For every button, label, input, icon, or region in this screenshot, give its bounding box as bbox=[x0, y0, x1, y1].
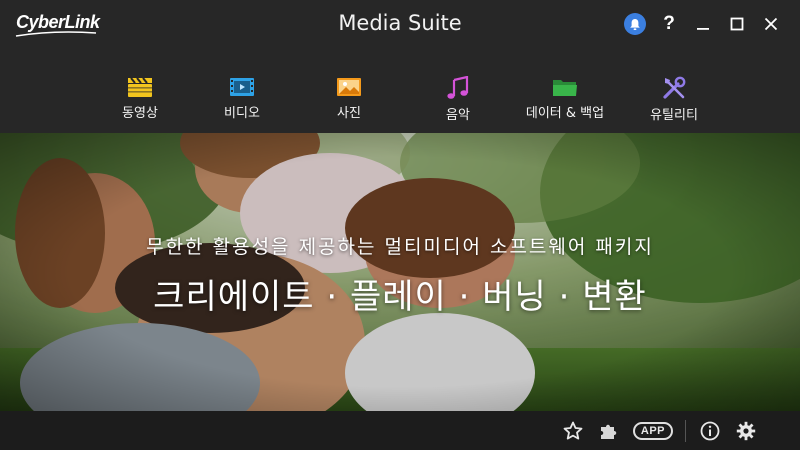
bottom-toolbar-icons: APP bbox=[561, 418, 758, 444]
puzzle-icon bbox=[600, 424, 617, 439]
bottom-toolbar: APP bbox=[0, 411, 800, 450]
help-button[interactable]: ? bbox=[652, 11, 686, 37]
category-label: 동영상 bbox=[122, 106, 158, 121]
minimize-button[interactable] bbox=[686, 11, 720, 37]
photo-icon bbox=[337, 78, 361, 96]
category-video[interactable]: 비디오 bbox=[187, 76, 297, 128]
settings-button[interactable] bbox=[734, 421, 758, 441]
hero-headline: 크리에이트 · 플레이 · 버닝 · 변환 bbox=[153, 277, 647, 317]
hero-subtitle: 무한한 활용성을 제공하는 멀티미디어 소프트웨어 패키지 bbox=[146, 236, 654, 258]
category-label: 데이터 & 백업 bbox=[525, 106, 605, 121]
clapperboard-icon bbox=[128, 77, 152, 97]
close-button[interactable] bbox=[754, 11, 788, 37]
category-photo[interactable]: 사진 bbox=[294, 76, 404, 128]
close-icon bbox=[764, 17, 778, 31]
category-label: 비디오 bbox=[224, 106, 260, 121]
info-icon bbox=[700, 421, 720, 441]
info-button[interactable] bbox=[698, 421, 722, 441]
minimize-icon bbox=[697, 28, 709, 30]
hero-banner: 무한한 활용성을 제공하는 멀티미디어 소프트웨어 패키지 크리에이트 · 플레… bbox=[0, 133, 800, 411]
category-movie[interactable]: 동영상 bbox=[85, 76, 195, 128]
maximize-button[interactable] bbox=[720, 11, 754, 37]
category-data-backup[interactable]: 데이터 & 백업 bbox=[510, 76, 620, 128]
plugins-button[interactable] bbox=[597, 421, 621, 441]
category-label: 유틸리티 bbox=[650, 108, 698, 123]
category-label: 사진 bbox=[337, 106, 361, 121]
music-note-icon bbox=[447, 76, 469, 99]
category-music[interactable]: 음악 bbox=[403, 76, 513, 128]
category-utility[interactable]: 유틸리티 bbox=[619, 76, 729, 128]
category-nav: 동영상 비디오 사진 음악 데이터 & 백업 유틸리티 bbox=[0, 50, 800, 133]
folder-icon bbox=[553, 80, 577, 96]
bell-icon bbox=[624, 13, 646, 35]
tools-icon bbox=[663, 76, 686, 99]
favorites-button[interactable] bbox=[561, 421, 585, 441]
toolbar-divider bbox=[685, 420, 686, 442]
star-icon bbox=[563, 421, 583, 440]
film-icon bbox=[230, 78, 254, 96]
app-button[interactable]: APP bbox=[632, 422, 673, 440]
settings-gear-icon bbox=[736, 421, 756, 441]
maximize-icon bbox=[730, 17, 744, 31]
app-label: APP bbox=[632, 422, 673, 440]
title-bar: CyberLink Media Suite ? bbox=[0, 0, 800, 50]
help-icon: ? bbox=[663, 13, 675, 34]
window-controls: ? bbox=[618, 11, 788, 37]
notification-button[interactable] bbox=[618, 11, 652, 37]
category-label: 음악 bbox=[446, 108, 470, 123]
